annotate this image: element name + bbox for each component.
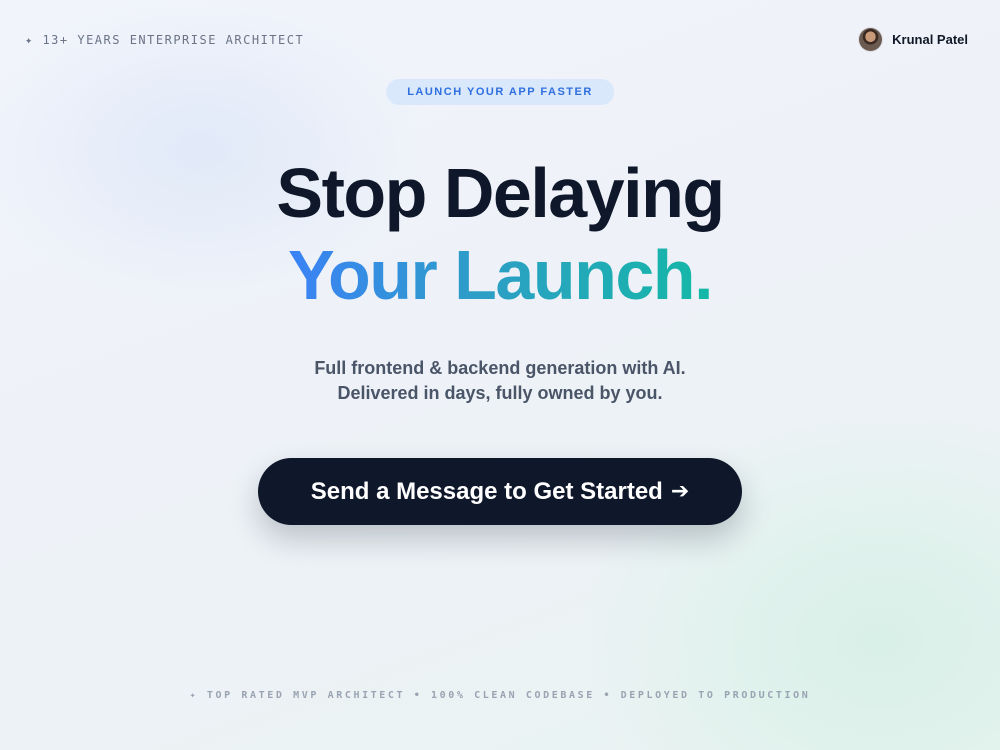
subtitle-line-1: Full frontend & backend generation with … (314, 358, 686, 378)
launch-badge: LAUNCH YOUR APP FASTER (386, 79, 614, 105)
profile-name: Krunal Patel (892, 32, 968, 47)
avatar (859, 28, 883, 51)
experience-tagline: ✦ 13+ YEARS ENTERPRISE ARCHITECT (25, 33, 305, 47)
subtitle-line-2: Delivered in days, fully owned by you. (337, 383, 663, 403)
headline-line-2: Your Launch. (287, 236, 714, 314)
footer-tagline: ✦ TOP RATED MVP ARCHITECT • 100% CLEAN C… (189, 690, 811, 701)
cta-label: Send a Message to Get Started (310, 477, 663, 505)
arrow-right-icon: ➔ (670, 479, 690, 504)
hero-headline: Stop Delaying Your Launch. (0, 152, 1000, 316)
hero-subtitle: Full frontend & backend generation with … (0, 356, 1000, 406)
headline-line-1: Stop Delaying (276, 154, 725, 232)
get-started-button[interactable]: Send a Message to Get Started ➔ (258, 458, 742, 525)
profile[interactable]: Krunal Patel (859, 28, 968, 51)
